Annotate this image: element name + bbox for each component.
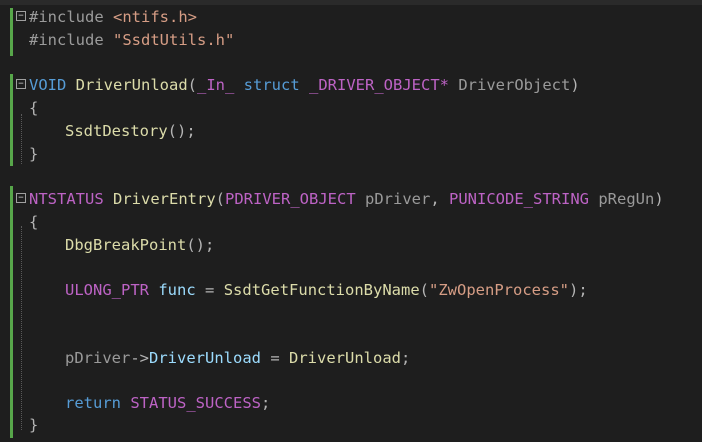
code-line-16: pDriver->DriverUnload = DriverUnload; bbox=[16, 347, 702, 369]
paren-close: ) bbox=[570, 76, 580, 94]
member-name: DriverUnload bbox=[149, 349, 261, 367]
param-type: _DRIVER_OBJECT* bbox=[309, 76, 449, 94]
arrow-operator: -> bbox=[130, 349, 149, 367]
code-line-4: − VOID DriverUnload(_In_ struct _DRIVER_… bbox=[16, 74, 702, 96]
include-header: "SsdtUtils.h" bbox=[113, 31, 235, 49]
assign-operator: = bbox=[205, 281, 215, 299]
function-call: SsdtDestory bbox=[65, 122, 168, 140]
fold-toggle-icon[interactable]: − bbox=[16, 79, 26, 89]
return-type: NTSTATUS bbox=[29, 190, 104, 208]
param-type-2: PUNICODE_STRING bbox=[449, 190, 589, 208]
code-line-13: ULONG_PTR func = SsdtGetFunctionByName("… bbox=[16, 279, 702, 301]
return-value: STATUS_SUCCESS bbox=[130, 394, 261, 412]
variable-type: ULONG_PTR bbox=[65, 281, 149, 299]
call-tail: ); bbox=[569, 281, 588, 299]
object-name: pDriver bbox=[65, 349, 131, 367]
code-line-11: DbgBreakPoint(); bbox=[16, 234, 702, 256]
brace-open: { bbox=[29, 99, 39, 117]
code-line-2: #include "SsdtUtils.h" bbox=[16, 29, 702, 51]
param-type-1: PDRIVER_OBJECT bbox=[225, 190, 356, 208]
fold-toggle-icon[interactable]: − bbox=[16, 193, 26, 203]
return-type: VOID bbox=[29, 76, 67, 94]
code-line-18: return STATUS_SUCCESS; bbox=[16, 392, 702, 414]
assigned-function: DriverUnload bbox=[289, 349, 401, 367]
change-indicator-3 bbox=[10, 186, 13, 438]
sal-annotation: _In_ bbox=[197, 76, 235, 94]
code-line-6: SsdtDestory(); bbox=[16, 120, 702, 142]
param-name: DriverObject bbox=[458, 76, 571, 94]
preprocessor-directive: #include bbox=[29, 8, 104, 26]
paren-close: ) bbox=[654, 190, 664, 208]
function-name: DriverEntry bbox=[113, 190, 216, 208]
code-line-10: { bbox=[16, 211, 702, 233]
brace-close: } bbox=[29, 145, 39, 163]
code-line-19: } bbox=[16, 414, 702, 436]
function-name: DriverUnload bbox=[75, 76, 188, 94]
code-line-7: } bbox=[16, 143, 702, 165]
code-line-9: − NTSTATUS DriverEntry(PDRIVER_OBJECT pD… bbox=[16, 188, 702, 210]
call-tail: (); bbox=[167, 122, 196, 140]
brace-close: } bbox=[29, 416, 39, 434]
paren-open: ( bbox=[215, 190, 225, 208]
string-literal: "ZwOpenProcess" bbox=[429, 281, 569, 299]
function-call: SsdtGetFunctionByName bbox=[223, 281, 420, 299]
function-call: DbgBreakPoint bbox=[65, 236, 187, 254]
paren-open: ( bbox=[419, 281, 430, 299]
paren-open: ( bbox=[187, 76, 197, 94]
change-indicator-1 bbox=[10, 8, 13, 56]
keyword: struct bbox=[243, 76, 300, 94]
include-header: <ntifs.h> bbox=[113, 8, 197, 26]
code-line-1: − #include <ntifs.h> bbox=[16, 6, 702, 28]
variable-name: func bbox=[158, 281, 196, 299]
semicolon: ; bbox=[401, 349, 411, 367]
keyword-return: return bbox=[65, 394, 121, 412]
assign-operator: = bbox=[270, 349, 280, 367]
call-tail: (); bbox=[186, 236, 215, 254]
semicolon: ; bbox=[261, 394, 271, 412]
param-name-2: pRegUn bbox=[598, 190, 655, 208]
code-line-5: { bbox=[16, 97, 702, 119]
code-editor[interactable]: − #include <ntifs.h> #include "SsdtUtils… bbox=[0, 0, 702, 442]
fold-toggle-icon[interactable]: − bbox=[16, 11, 26, 21]
param-name-1: pDriver bbox=[365, 190, 431, 208]
change-indicator-2 bbox=[10, 74, 13, 166]
editor-top-strip bbox=[0, 0, 702, 5]
preprocessor-directive: #include bbox=[29, 31, 104, 49]
comma: , bbox=[430, 190, 440, 208]
brace-open: { bbox=[29, 213, 39, 231]
